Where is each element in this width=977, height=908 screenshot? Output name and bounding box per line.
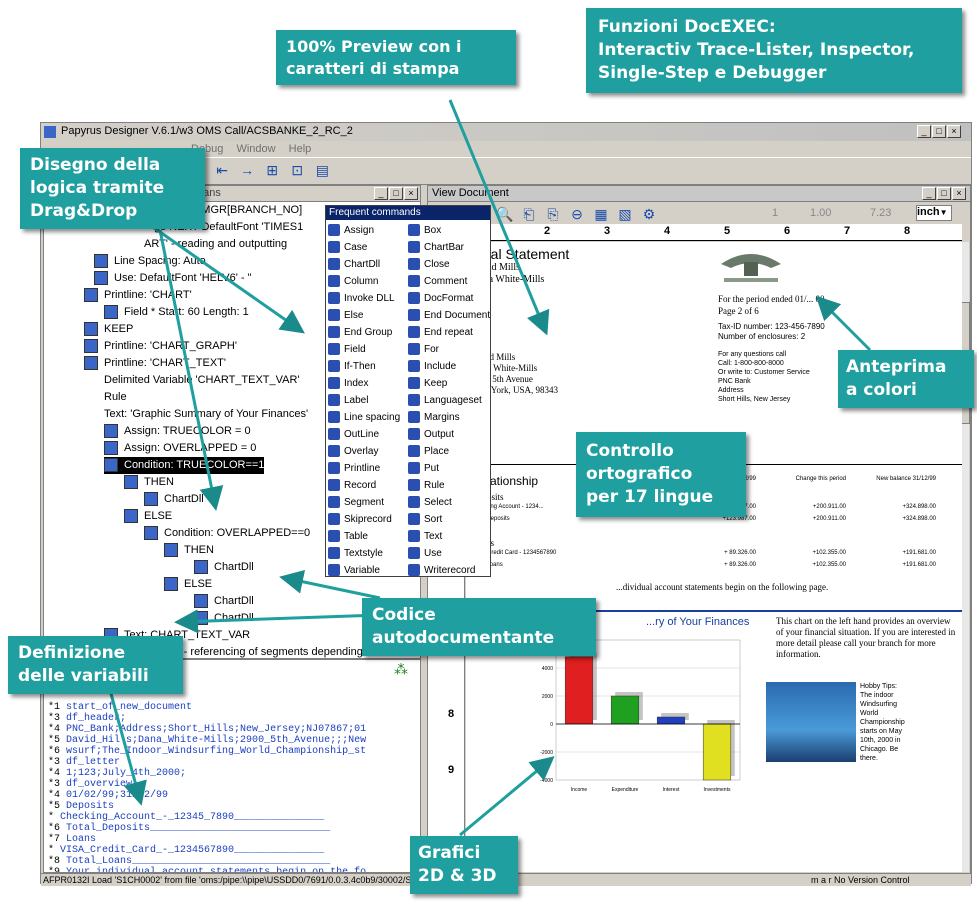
callout-definizione: Definizione delle variabili bbox=[8, 636, 183, 694]
callout-docexec: Funzioni DocEXEC: Interactiv Trace-Lister… bbox=[586, 8, 962, 93]
callout-arrows bbox=[108, 99, 872, 837]
callout-controllo: Controllo ortografico per 17 lingue bbox=[576, 432, 746, 517]
callout-grafici: Grafici 2D & 3D bbox=[410, 836, 518, 894]
callout-anteprima: Anteprima a colori bbox=[838, 350, 974, 408]
callout-codice: Codice autodocumentante bbox=[362, 598, 596, 656]
callout-preview: 100% Preview con i caratteri di stampa bbox=[276, 30, 516, 86]
callout-drag-drop: Disegno della logica tramite Drag&Drop bbox=[20, 148, 205, 229]
